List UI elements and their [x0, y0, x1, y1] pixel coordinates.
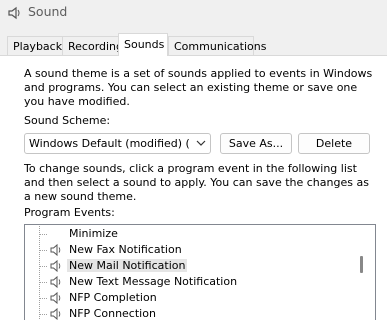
list-scrollbar-thumb[interactable]: [360, 256, 363, 273]
event-label: New Mail Notification: [67, 259, 188, 272]
theme-description: A sound theme is a set of sounds applied…: [24, 67, 373, 108]
list-item[interactable]: NFP Connection: [25, 306, 365, 320]
tab-communications[interactable]: Communications: [168, 36, 266, 55]
speaker-icon: [50, 307, 61, 320]
event-label: New Fax Notification: [69, 243, 182, 256]
program-events-list[interactable]: Minimize New Fax Notification New Mail N…: [24, 224, 376, 320]
scheme-value: Windows Default (modified) (mc: [29, 137, 189, 150]
event-label: New Text Message Notification: [69, 275, 238, 288]
title-bar: Sound: [0, 0, 387, 26]
speaker-icon: [8, 6, 20, 20]
scheme-label: Sound Scheme:: [24, 114, 111, 127]
event-label: Minimize: [69, 227, 118, 240]
tab-playback[interactable]: Playback: [7, 36, 63, 55]
list-item[interactable]: New Fax Notification: [25, 242, 365, 258]
speaker-icon: [50, 275, 61, 289]
speaker-icon: [50, 243, 61, 257]
event-label: NFP Completion: [69, 291, 157, 304]
sound-scheme-dropdown[interactable]: Windows Default (modified) (mc: [24, 133, 211, 154]
list-item[interactable]: New Text Message Notification: [25, 274, 365, 290]
delete-button[interactable]: Delete: [298, 133, 370, 154]
save-as-button[interactable]: Save As...: [220, 133, 292, 154]
tab-sounds[interactable]: Sounds: [118, 33, 168, 56]
speaker-icon: [50, 259, 61, 273]
event-label: NFP Connection: [69, 307, 156, 320]
list-item[interactable]: NFP Completion: [25, 290, 365, 306]
list-item[interactable]: Minimize: [25, 226, 365, 242]
speaker-icon: [50, 291, 61, 305]
window-title: Sound: [28, 4, 68, 19]
list-item[interactable]: New Mail Notification: [25, 258, 365, 274]
events-label: Program Events:: [24, 206, 115, 219]
events-description: To change sounds, click a program event …: [24, 162, 369, 203]
tab-recording[interactable]: Recording: [62, 36, 123, 55]
chevron-down-icon: [196, 140, 206, 146]
